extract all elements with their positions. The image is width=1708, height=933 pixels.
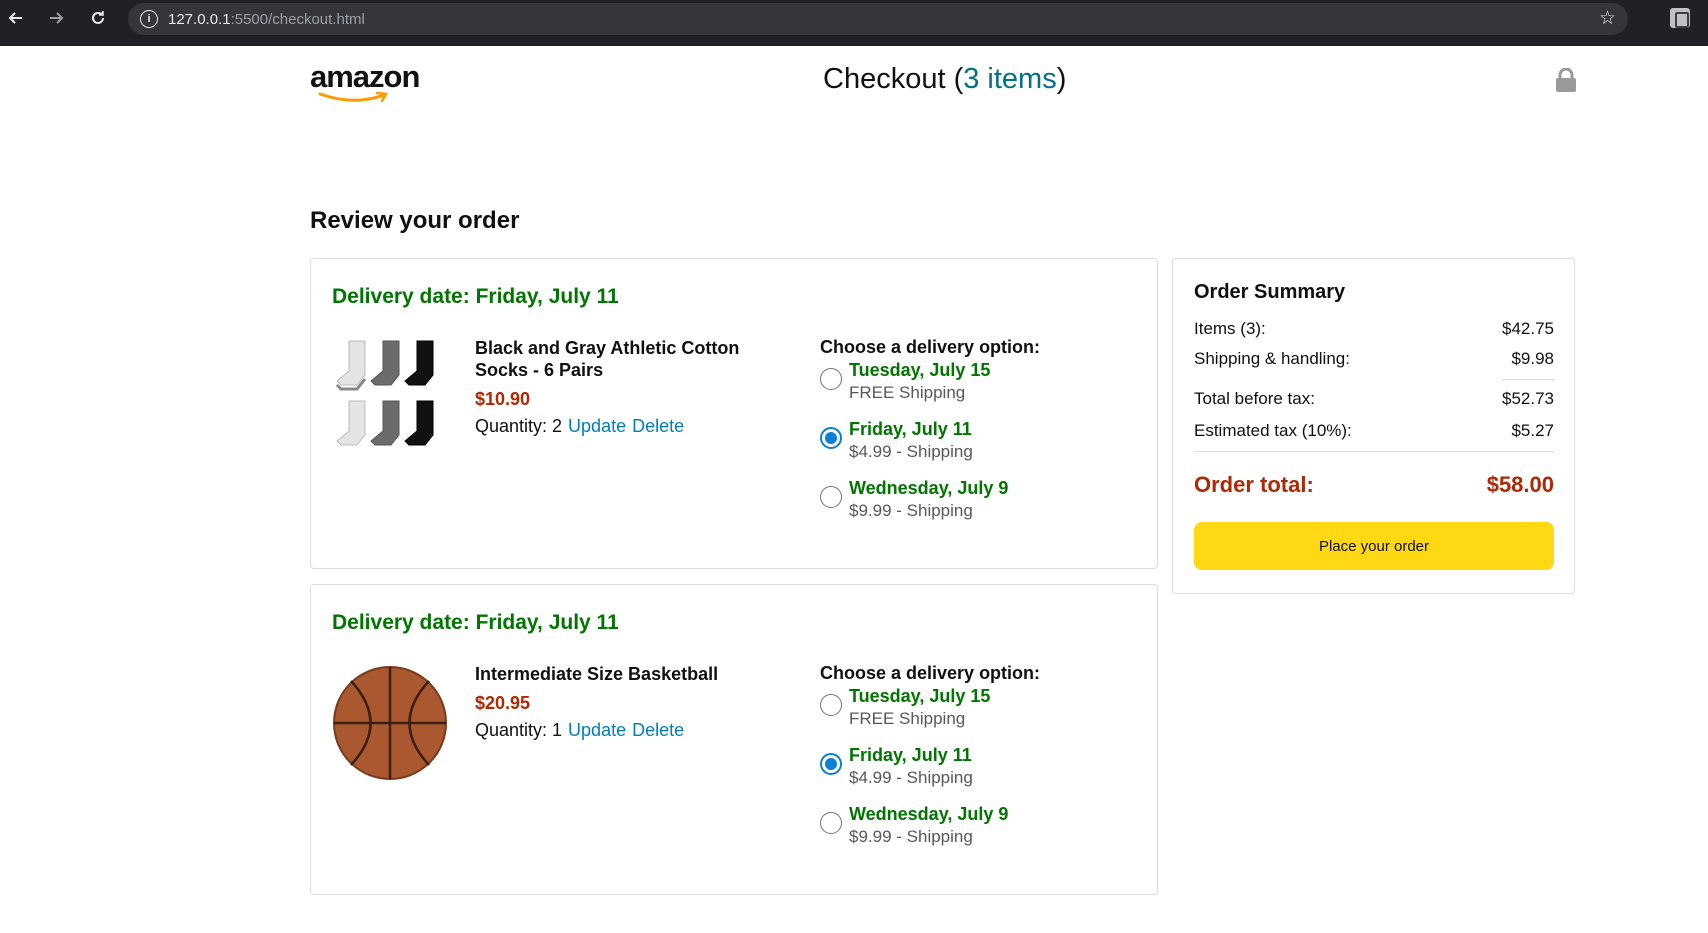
product-quantity: Quantity: 1 Update Delete — [475, 720, 685, 740]
delivery-radio-selected[interactable] — [820, 427, 842, 449]
order-item-card: Delivery date: Friday, July 11 Black and… — [310, 258, 1158, 569]
back-icon[interactable] — [2, 4, 30, 32]
product-name: Black and Gray Athletic Cotton Socks - 6… — [475, 338, 740, 380]
address-bar[interactable]: i 127.0.0.1:5500/checkout.html ☆ — [128, 3, 1628, 35]
product-price: $20.95 — [475, 693, 531, 713]
items-count-link[interactable]: 3 items — [963, 63, 1056, 95]
product-name: Intermediate Size Basketball — [475, 664, 719, 684]
delivery-radio[interactable] — [820, 486, 842, 508]
product-info: Intermediate Size Basketball $20.95 Quan… — [475, 663, 795, 741]
delivery-option[interactable]: Friday, July 11 $4.99 - Shipping — [820, 744, 1140, 802]
site-info-icon[interactable]: i — [140, 10, 158, 28]
delivery-radio[interactable] — [820, 368, 842, 390]
amazon-logo[interactable]: amazon — [310, 60, 430, 110]
order-summary-title: Order Summary — [1194, 281, 1346, 303]
divider — [1502, 379, 1555, 380]
smile-arrow-icon — [318, 91, 389, 103]
delivery-radio[interactable] — [820, 694, 842, 716]
delete-link[interactable]: Delete — [632, 416, 684, 436]
forward-icon[interactable] — [42, 4, 70, 32]
update-link[interactable]: Update — [568, 416, 626, 436]
delivery-date: Delivery date: Friday, July 11 — [332, 285, 619, 308]
delivery-option[interactable]: Friday, July 11 $4.99 - Shipping — [820, 418, 1140, 476]
summary-tax-row: Estimated tax (10%): $5.27 — [1194, 421, 1554, 440]
product-price: $10.90 — [475, 389, 531, 409]
delivery-option[interactable]: Tuesday, July 15 FREE Shipping — [820, 685, 1140, 743]
delivery-date: Delivery date: Friday, July 11 — [332, 611, 619, 634]
extension-icon[interactable] — [1670, 8, 1690, 28]
order-summary: Order Summary Items (3): $42.75 Shipping … — [1172, 258, 1575, 594]
delivery-option[interactable]: Wednesday, July 9 $9.99 - Shipping — [820, 803, 1140, 861]
delivery-options: Choose a delivery option: Tuesday, July … — [820, 337, 1140, 535]
summary-shipping-row: Shipping & handling: $9.98 — [1194, 349, 1554, 368]
product-quantity: Quantity: 2 Update Delete — [475, 416, 685, 436]
product-info: Black and Gray Athletic Cotton Socks - 6… — [475, 337, 795, 437]
delivery-radio-selected[interactable] — [820, 753, 842, 775]
order-item-card: Delivery date: Friday, July 11 Intermedi… — [310, 584, 1158, 895]
delivery-option[interactable]: Tuesday, July 15 FREE Shipping — [820, 359, 1140, 417]
divider — [1194, 451, 1554, 452]
delivery-options-title: Choose a delivery option: — [820, 663, 1041, 683]
product-image-basketball[interactable] — [331, 661, 449, 791]
browser-toolbar: i 127.0.0.1:5500/checkout.html ☆ — [0, 0, 1708, 46]
reload-icon[interactable] — [84, 4, 112, 32]
lock-icon — [1556, 68, 1576, 92]
delivery-radio[interactable] — [820, 812, 842, 834]
delete-link[interactable]: Delete — [632, 720, 684, 740]
order-total-row: Order total: $58.00 — [1194, 472, 1554, 497]
place-order-button[interactable]: Place your order — [1194, 522, 1554, 570]
delivery-options-title: Choose a delivery option: — [820, 337, 1041, 357]
summary-items-row: Items (3): $42.75 — [1194, 319, 1554, 338]
checkout-header: amazon Checkout (3 items) — [0, 46, 1708, 136]
delivery-options: Choose a delivery option: Tuesday, July … — [820, 663, 1140, 861]
summary-before-tax-row: Total before tax: $52.73 — [1194, 389, 1554, 408]
update-link[interactable]: Update — [568, 720, 626, 740]
product-image-socks[interactable] — [331, 335, 449, 465]
delivery-option[interactable]: Wednesday, July 9 $9.99 - Shipping — [820, 477, 1140, 535]
bookmark-star-icon[interactable]: ☆ — [1599, 9, 1616, 29]
checkout-title: Checkout (3 items) — [823, 63, 1067, 95]
page-title: Review your order — [310, 207, 520, 234]
url-text: 127.0.0.1:5500/checkout.html — [168, 10, 365, 28]
